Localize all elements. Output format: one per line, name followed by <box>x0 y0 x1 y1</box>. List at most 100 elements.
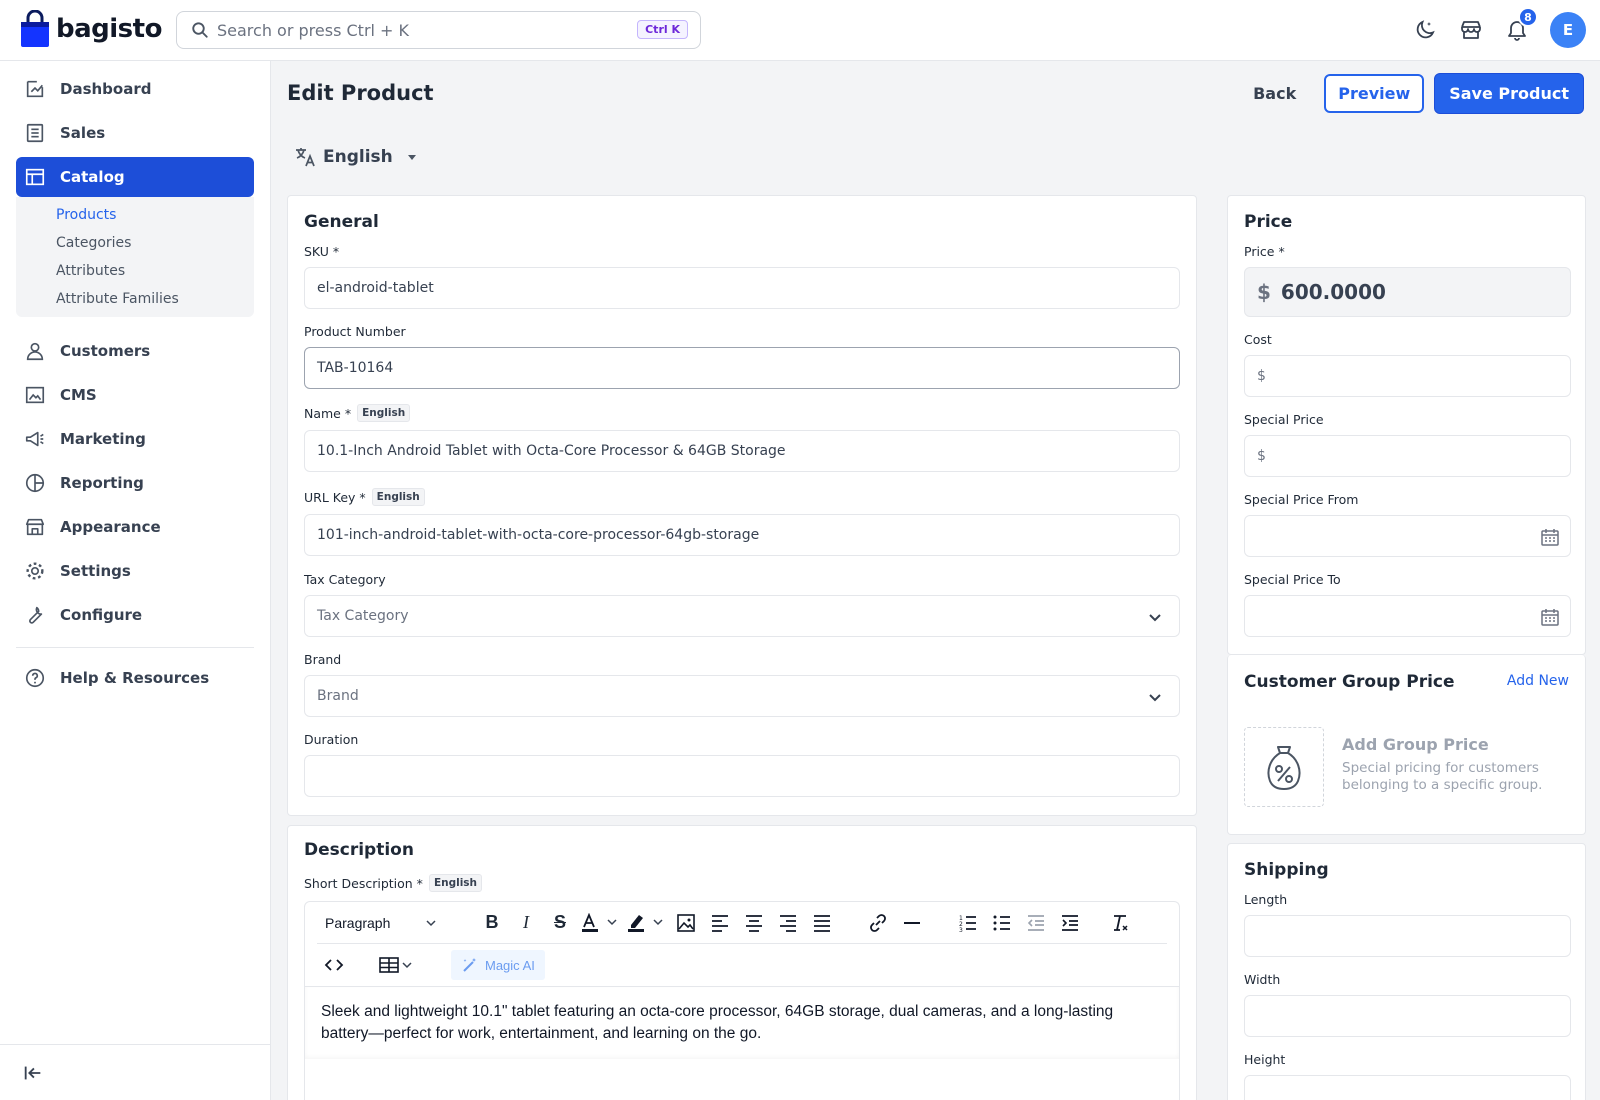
insert-table-button[interactable] <box>375 950 421 980</box>
sidebar-item-catalog[interactable]: Catalog <box>16 157 254 197</box>
brand-select[interactable]: Brand <box>304 675 1180 717</box>
calendar-icon <box>1541 529 1559 546</box>
special-price-from-input[interactable] <box>1244 515 1571 557</box>
format-select[interactable]: Paragraph <box>317 908 445 938</box>
submenu-item-attribute-families[interactable]: Attribute Families <box>16 285 254 313</box>
moon-icon <box>1416 20 1435 39</box>
horizontal-line-button[interactable] <box>895 908 929 938</box>
highlight-button[interactable] <box>623 908 669 938</box>
width-input[interactable] <box>1244 995 1571 1037</box>
sidebar-item-customers[interactable]: Customers <box>16 331 254 371</box>
justify-icon <box>814 914 830 932</box>
horizontal-line-icon <box>904 921 920 924</box>
align-right-button[interactable] <box>771 908 805 938</box>
bagisto-logo[interactable]: bagisto <box>20 10 162 48</box>
price-title: Price <box>1244 212 1293 232</box>
chevron-down-icon <box>1149 694 1161 702</box>
align-center-button[interactable] <box>737 908 771 938</box>
magic-ai-label: Magic AI <box>485 957 535 973</box>
page-title: Edit Product <box>287 81 434 105</box>
translate-icon <box>296 148 315 167</box>
short-description-text[interactable]: Sleek and lightweight 10.1" tablet featu… <box>305 986 1179 1059</box>
search-input[interactable] <box>217 20 617 40</box>
main-content: Edit Product Back Preview Save Product E… <box>271 61 1600 1100</box>
locale-switcher[interactable]: English <box>293 145 419 169</box>
group-price-placeholder-image <box>1244 727 1324 807</box>
height-input[interactable] <box>1244 1075 1571 1100</box>
special-price-input[interactable]: $ <box>1244 435 1571 477</box>
sidebar-item-cms[interactable]: CMS <box>16 375 254 415</box>
sidebar-item-reporting[interactable]: Reporting <box>16 463 254 503</box>
marketing-icon <box>24 428 46 450</box>
empty-state-title: Add Group Price <box>1342 735 1489 754</box>
sidebar-item-help[interactable]: Help & Resources <box>16 658 254 698</box>
user-avatar[interactable]: E <box>1550 12 1586 48</box>
logo-text: bagisto <box>56 14 162 44</box>
duration-input[interactable] <box>304 755 1180 797</box>
store-icon <box>1461 21 1481 39</box>
magic-ai-button[interactable]: Magic AI <box>451 950 545 980</box>
italic-button[interactable]: I <box>509 908 543 938</box>
price-input[interactable]: $ 600.0000 <box>1244 267 1571 317</box>
submenu-item-attributes[interactable]: Attributes <box>16 257 254 285</box>
editor-toolbar-row-2: Magic AI <box>317 944 1167 986</box>
text-color-button[interactable] <box>577 908 623 938</box>
tax-category-label: Tax Category <box>304 572 386 587</box>
general-card: General SKU * el-android-tablet Product … <box>287 195 1197 816</box>
add-group-price-link[interactable]: Add New <box>1507 673 1569 689</box>
justify-button[interactable] <box>805 908 839 938</box>
sidebar-item-label: Reporting <box>60 474 144 492</box>
dark-mode-toggle[interactable] <box>1408 13 1442 47</box>
search-bar[interactable]: Ctrl K <box>176 11 701 49</box>
cost-input[interactable]: $ <box>1244 355 1571 397</box>
sidebar-item-settings[interactable]: Settings <box>16 551 254 591</box>
bullet-list-icon <box>993 915 1010 930</box>
format-select-value: Paragraph <box>325 914 391 931</box>
align-left-button[interactable] <box>703 908 737 938</box>
special-price-to-input[interactable] <box>1244 595 1571 637</box>
insert-link-button[interactable] <box>861 908 895 938</box>
notifications-button[interactable]: 8 <box>1500 7 1538 47</box>
sku-input[interactable]: el-android-tablet <box>304 267 1180 309</box>
dashboard-icon <box>24 78 46 100</box>
back-button[interactable]: Back <box>1235 76 1314 111</box>
storefront-button[interactable] <box>1454 13 1488 47</box>
length-input[interactable] <box>1244 915 1571 957</box>
outdent-button[interactable] <box>1019 908 1053 938</box>
indent-button[interactable] <box>1053 908 1087 938</box>
name-input[interactable]: 10.1-Inch Android Tablet with Octa-Core … <box>304 430 1180 472</box>
insert-image-button[interactable] <box>669 908 703 938</box>
general-title: General <box>304 212 379 232</box>
submenu-item-products[interactable]: Products <box>16 201 254 229</box>
save-product-button[interactable]: Save Product <box>1434 73 1584 114</box>
strikethrough-button[interactable]: S <box>543 908 577 938</box>
preview-button[interactable]: Preview <box>1324 74 1425 113</box>
numbered-list-button[interactable]: 123 <box>951 908 985 938</box>
sidebar-item-marketing[interactable]: Marketing <box>16 419 254 459</box>
shopping-bag-icon <box>21 10 49 47</box>
collapse-sidebar-button[interactable] <box>0 1044 271 1100</box>
product-number-label: Product Number <box>304 324 406 339</box>
clear-formatting-button[interactable] <box>1103 908 1137 938</box>
bullet-list-button[interactable] <box>985 908 1019 938</box>
locale-tag: English <box>357 404 411 422</box>
sidebar-item-label: Marketing <box>60 430 146 448</box>
image-icon <box>677 913 695 932</box>
code-icon <box>324 959 344 971</box>
bold-button[interactable]: B <box>475 908 509 938</box>
appearance-icon <box>24 516 46 538</box>
source-code-button[interactable] <box>317 950 351 980</box>
name-label: Name * <box>304 405 352 421</box>
sidebar-item-dashboard[interactable]: Dashboard <box>16 69 254 109</box>
submenu-item-categories[interactable]: Categories <box>16 229 254 257</box>
product-number-input[interactable]: TAB-10164 <box>304 347 1180 389</box>
tax-category-placeholder: Tax Category <box>317 608 409 624</box>
sidebar: Dashboard Sales Catalog Products Categor… <box>0 61 271 1100</box>
price-value: 600.0000 <box>1280 280 1386 304</box>
sidebar-item-label: Appearance <box>60 518 161 536</box>
tax-category-select[interactable]: Tax Category <box>304 595 1180 637</box>
sidebar-item-appearance[interactable]: Appearance <box>16 507 254 547</box>
sidebar-item-sales[interactable]: Sales <box>16 113 254 153</box>
url-key-input[interactable]: 101-inch-android-tablet-with-octa-core-p… <box>304 514 1180 556</box>
sidebar-item-configure[interactable]: Configure <box>16 595 254 635</box>
